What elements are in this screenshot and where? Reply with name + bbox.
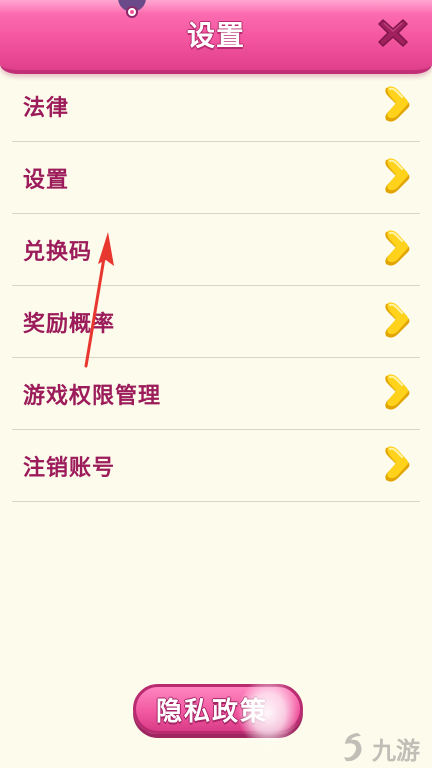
menu-item-reward-probability[interactable]: 奖励概率 [12, 286, 420, 358]
menu-item-label: 法律 [23, 96, 70, 121]
chevron-right-icon [385, 302, 410, 338]
chevron-right-icon [385, 158, 410, 194]
close-icon[interactable] [376, 16, 410, 50]
menu-item-settings[interactable]: 设置 [12, 142, 420, 214]
chevron-right-icon [385, 86, 410, 122]
chevron-right-icon [385, 230, 410, 266]
menu-item-game-permissions[interactable]: 游戏权限管理 [12, 358, 420, 430]
menu-item-label: 设置 [23, 168, 70, 193]
menu-item-label: 注销账号 [23, 456, 116, 481]
watermark-logo-icon [344, 733, 362, 762]
page-title: 设置 [186, 19, 245, 52]
settings-list: 法律 设置 兑换码 奖励概率 游戏权限管理 注销账号 [12, 70, 420, 502]
watermark-text: 九游 [372, 737, 420, 765]
annotation-arrow [84, 232, 114, 368]
menu-item-label: 游戏权限管理 [23, 384, 162, 409]
header-gloss [0, 0, 432, 14]
menu-item-redeem-code[interactable]: 兑换码 [12, 214, 420, 286]
light-glow [238, 678, 298, 748]
menu-item-delete-account[interactable]: 注销账号 [12, 430, 420, 502]
watermark: 九游 [340, 728, 428, 765]
chevron-right-icon [385, 374, 410, 410]
avatar [118, 0, 146, 18]
menu-item-legal[interactable]: 法律 [12, 70, 420, 142]
chevron-right-icon [385, 446, 410, 482]
header-bar: 设置 [0, 0, 432, 74]
